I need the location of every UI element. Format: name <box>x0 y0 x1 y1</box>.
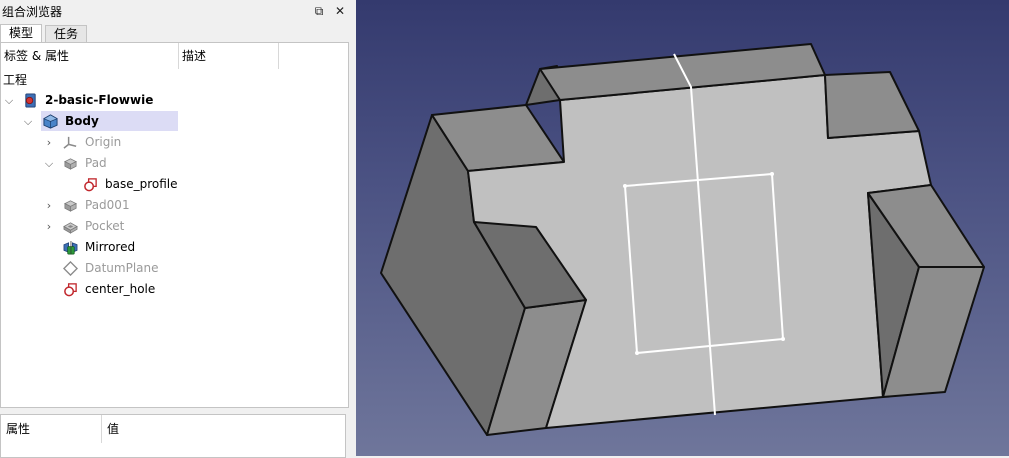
right-step-top-face <box>824 71 920 139</box>
close-panel-icon[interactable]: ✕ <box>332 3 348 19</box>
mirrored-icon <box>63 240 78 255</box>
tree-item-pad[interactable]: ⌵ Pad <box>1 153 301 174</box>
tree-item-pad001[interactable]: › Pad001 <box>1 195 301 216</box>
panel-title: 组合浏览器 <box>2 5 63 19</box>
model-tree[interactable]: 标签 & 属性 描述 工程 ⌵ 2-basic-Flowwie ⌵ Body ›… <box>0 42 349 408</box>
tab-tasks[interactable]: 任务 <box>45 25 88 43</box>
combo-view-panel: 组合浏览器 ⧉ ✕ 模型 任务 标签 & 属性 描述 工程 ⌵ 2-basic-… <box>0 0 350 458</box>
tree-root-label: 工程 <box>3 73 28 87</box>
tree-item-body[interactable]: ⌵ Body <box>1 111 301 132</box>
tree-item-label: Origin <box>85 135 122 149</box>
chevron-down-icon[interactable]: ⌵ <box>44 153 54 174</box>
tree-header-description[interactable]: 描述 <box>179 43 279 69</box>
tree-item-label: Mirrored <box>85 240 136 254</box>
tree-item-label: 2-basic-Flowwie <box>45 93 154 107</box>
chevron-down-icon[interactable]: ⌵ <box>4 90 14 111</box>
3d-viewport[interactable] <box>356 0 1009 456</box>
document-icon <box>25 93 36 108</box>
tree-header: 标签 & 属性 描述 <box>1 43 348 69</box>
tree-item-label: Body <box>65 114 99 128</box>
pad-icon <box>64 158 77 170</box>
tree-item-document[interactable]: ⌵ 2-basic-Flowwie <box>1 90 301 111</box>
tree-item-datum-plane[interactable]: DatumPlane <box>1 258 301 279</box>
origin-icon <box>63 136 77 149</box>
tree-item-center-hole[interactable]: center_hole <box>1 279 301 300</box>
tree-item-label: Pad001 <box>85 198 130 212</box>
tree-item-label: center_hole <box>85 282 156 296</box>
pocket-icon <box>63 222 78 234</box>
tree-header-label[interactable]: 标签 & 属性 <box>1 43 179 69</box>
property-header-name[interactable]: 属性 <box>1 415 102 443</box>
tree-item-base-profile[interactable]: base_profile <box>1 174 301 195</box>
float-panel-icon[interactable]: ⧉ <box>311 3 327 19</box>
tree-item-pocket[interactable]: › Pocket <box>1 216 301 237</box>
panel-title-bar: 组合浏览器 ⧉ ✕ <box>0 0 350 22</box>
property-header-value[interactable]: 值 <box>102 415 119 443</box>
chevron-right-icon[interactable]: › <box>44 132 54 153</box>
part-model[interactable] <box>356 0 1009 456</box>
pad-icon <box>64 200 77 212</box>
datum-plane-icon <box>63 261 78 276</box>
tree-item-origin[interactable]: › Origin <box>1 132 301 153</box>
property-view[interactable]: 属性 值 <box>0 414 346 458</box>
chevron-right-icon[interactable]: › <box>44 216 54 237</box>
sketch-icon <box>84 178 97 192</box>
sketch-icon <box>64 283 77 297</box>
tree-item-label: DatumPlane <box>85 261 159 275</box>
tree-item-mirrored[interactable]: Mirrored <box>1 237 301 258</box>
panel-tabs: 模型 任务 <box>0 24 350 43</box>
chevron-right-icon[interactable]: › <box>44 195 54 216</box>
body-icon <box>43 114 58 129</box>
tree-item-label: Pad <box>85 156 107 170</box>
tree-item-label: base_profile <box>105 177 178 191</box>
tree-item-label: Pocket <box>85 219 125 233</box>
tab-model[interactable]: 模型 <box>0 24 43 43</box>
chevron-down-icon[interactable]: ⌵ <box>23 111 33 132</box>
